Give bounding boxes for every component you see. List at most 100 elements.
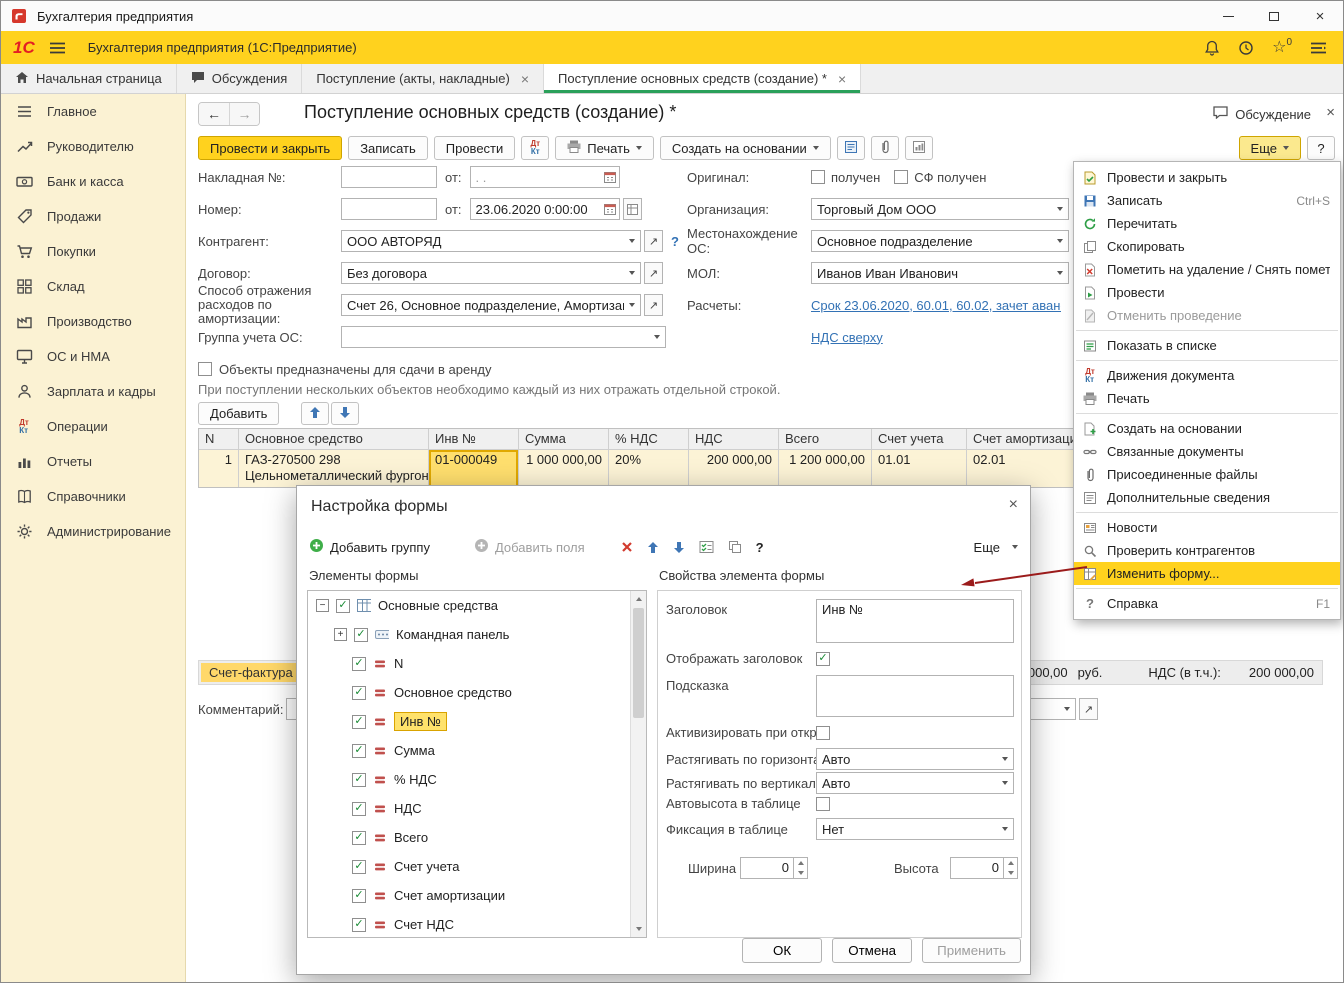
calendar-icon[interactable]	[602, 167, 619, 187]
activate-checkbox[interactable]	[816, 725, 830, 740]
cell-account[interactable]: 01.01	[872, 450, 967, 487]
menu-item-post[interactable]: Провести	[1074, 281, 1340, 304]
tree-item-depr-account[interactable]: ✓ Счет амортизации	[308, 881, 646, 910]
menu-item-post-close[interactable]: Провести и закрыть	[1074, 166, 1340, 189]
height-stepper[interactable]: 0	[950, 857, 1018, 879]
close-window-button[interactable]: ×	[1297, 1, 1343, 31]
dropdown-icon[interactable]	[1052, 263, 1068, 283]
sidebar-item-production[interactable]: Производство	[1, 304, 185, 339]
close-tab-icon[interactable]: ×	[838, 71, 846, 87]
depreciation-input[interactable]: Счет 26, Основное подразделение, Амортиз…	[341, 294, 641, 316]
scroll-down-icon[interactable]	[631, 921, 646, 937]
sidebar-item-purchases[interactable]: Покупки	[1, 234, 185, 269]
menu-item-help[interactable]: ? Справка F1	[1074, 592, 1340, 615]
tab-discussions[interactable]: Обсуждения	[177, 64, 303, 93]
dropdown-icon[interactable]	[997, 773, 1013, 793]
delete-element-button[interactable]	[621, 541, 633, 553]
move-down-button[interactable]	[331, 402, 360, 425]
sf-received-checkbox[interactable]	[894, 170, 909, 184]
edo-button[interactable]	[836, 136, 865, 160]
main-menu-icon[interactable]	[49, 41, 66, 55]
number-settings-button[interactable]	[622, 198, 642, 220]
menu-item-check-counterparties[interactable]: Проверить контрагентов	[1074, 539, 1340, 562]
tooltip-input[interactable]	[816, 675, 1014, 717]
checkbox[interactable]: ✓	[352, 917, 366, 932]
sidebar-item-sales[interactable]: Продажи	[1, 199, 185, 234]
checkbox[interactable]: ✓	[352, 859, 366, 874]
discussion-link[interactable]: Обсуждение	[1213, 106, 1311, 122]
menu-item-related-docs[interactable]: Связанные документы	[1074, 440, 1340, 463]
sidebar-item-reports[interactable]: Отчеты	[1, 444, 185, 479]
favorites-star-icon[interactable]: ☆ 0	[1272, 37, 1292, 56]
dropdown-icon[interactable]	[649, 327, 665, 347]
dropdown-icon[interactable]	[1059, 699, 1075, 719]
scrollbar-thumb[interactable]	[633, 608, 644, 718]
menu-item-news[interactable]: Новости	[1074, 516, 1340, 539]
scroll-up-icon[interactable]	[631, 591, 646, 607]
sidebar-item-main[interactable]: Главное	[1, 94, 185, 129]
stretch-v-select[interactable]: Авто	[816, 772, 1014, 794]
menu-item-mark-deletion[interactable]: Пометить на удаление / Снять пометку	[1074, 258, 1340, 281]
tree-item-n[interactable]: ✓ N	[308, 649, 646, 678]
dropdown-icon[interactable]	[997, 749, 1013, 769]
calendar-icon[interactable]	[602, 199, 619, 219]
expand-icon[interactable]: +	[334, 628, 347, 641]
sidebar-item-administration[interactable]: Администрирование	[1, 514, 185, 549]
checkbox[interactable]: ✓	[352, 714, 366, 729]
menu-item-additional-info[interactable]: Дополнительные сведения	[1074, 486, 1340, 509]
dialog-help-button[interactable]: ?	[756, 540, 764, 555]
menu-item-create-based[interactable]: Создать на основании	[1074, 417, 1340, 440]
checkbox[interactable]: ✓	[352, 772, 366, 787]
sidebar-item-payroll-hr[interactable]: Зарплата и кадры	[1, 374, 185, 409]
menu-item-doc-movements[interactable]: Дт Кт Движения документа	[1074, 364, 1340, 387]
menu-item-show-in-list[interactable]: Показать в списке	[1074, 334, 1340, 357]
menu-item-edit-form[interactable]: Изменить форму...	[1074, 562, 1340, 585]
sidebar-item-manager[interactable]: Руководителю	[1, 129, 185, 164]
dropdown-icon[interactable]	[624, 231, 640, 251]
tree-item-vat-pct[interactable]: ✓ % НДС	[308, 765, 646, 794]
tree-item-command-bar[interactable]: + ✓ Командная панель	[308, 620, 646, 649]
menu-item-save[interactable]: Записать Ctrl+S	[1074, 189, 1340, 212]
save-button[interactable]: Записать	[348, 136, 428, 160]
invoice-date-input[interactable]: . .	[469, 166, 620, 188]
counterparty-input[interactable]: ООО АВТОРЯД	[341, 230, 641, 252]
dropdown-icon[interactable]	[997, 819, 1013, 839]
menu-item-copy[interactable]: Скопировать	[1074, 235, 1340, 258]
checkbox[interactable]: ✓	[352, 888, 366, 903]
mol-input[interactable]: Иванов Иван Иванович	[811, 262, 1069, 284]
sidebar-item-fixed-assets[interactable]: ОС и НМА	[1, 339, 185, 374]
stretch-h-select[interactable]: Авто	[816, 748, 1014, 770]
col-header-n[interactable]: N	[199, 429, 239, 450]
open-counterparty-button[interactable]: ↗	[644, 230, 663, 252]
add-group-button[interactable]: Добавить группу	[309, 538, 430, 556]
cell-n[interactable]: 1	[199, 450, 239, 487]
checkbox[interactable]: ✓	[352, 743, 366, 758]
checkbox[interactable]: ✓	[352, 801, 366, 816]
reports-panel-button[interactable]	[904, 136, 933, 160]
document-date-input[interactable]: 23.06.2020 0:00:00	[469, 198, 620, 220]
attachments-button[interactable]	[870, 136, 899, 160]
show-title-checkbox[interactable]: ✓	[816, 651, 830, 666]
move-down-button[interactable]	[673, 541, 685, 554]
rent-checkbox[interactable]	[198, 362, 212, 376]
copy-settings-icon[interactable]	[728, 540, 742, 554]
cell-vat-pct[interactable]: 20%	[609, 450, 689, 487]
sidebar-item-directories[interactable]: Справочники	[1, 479, 185, 514]
dialog-more-button[interactable]: Еще	[974, 540, 1018, 555]
close-tab-icon[interactable]: ×	[521, 71, 529, 87]
cell-total[interactable]: 1 200 000,00	[779, 450, 872, 487]
settlements-link[interactable]: Срок 23.06.2020, 60.01, 60.02, зачет ава…	[811, 298, 1061, 313]
dtkt-postings-button[interactable]: Дт Кт	[521, 136, 550, 160]
fix-select[interactable]: Нет	[816, 818, 1014, 840]
cell-asset[interactable]: ГАЗ-270500 298 Цельнометаллический фургон	[239, 450, 429, 487]
col-header-vat-pct[interactable]: % НДС	[609, 429, 689, 450]
tree-item-vat[interactable]: ✓ НДС	[308, 794, 646, 823]
back-button[interactable]: ←	[199, 103, 229, 125]
checkbox[interactable]: ✓	[352, 830, 366, 845]
dropdown-icon[interactable]	[624, 295, 640, 315]
vat-mode-link[interactable]: НДС сверху	[811, 330, 883, 345]
sidebar-item-bank-cash[interactable]: Банк и касса	[1, 164, 185, 199]
open-comment-button[interactable]: ↗	[1079, 698, 1098, 720]
sidebar-item-warehouse[interactable]: Склад	[1, 269, 185, 304]
help-button[interactable]: ?	[1307, 136, 1335, 160]
